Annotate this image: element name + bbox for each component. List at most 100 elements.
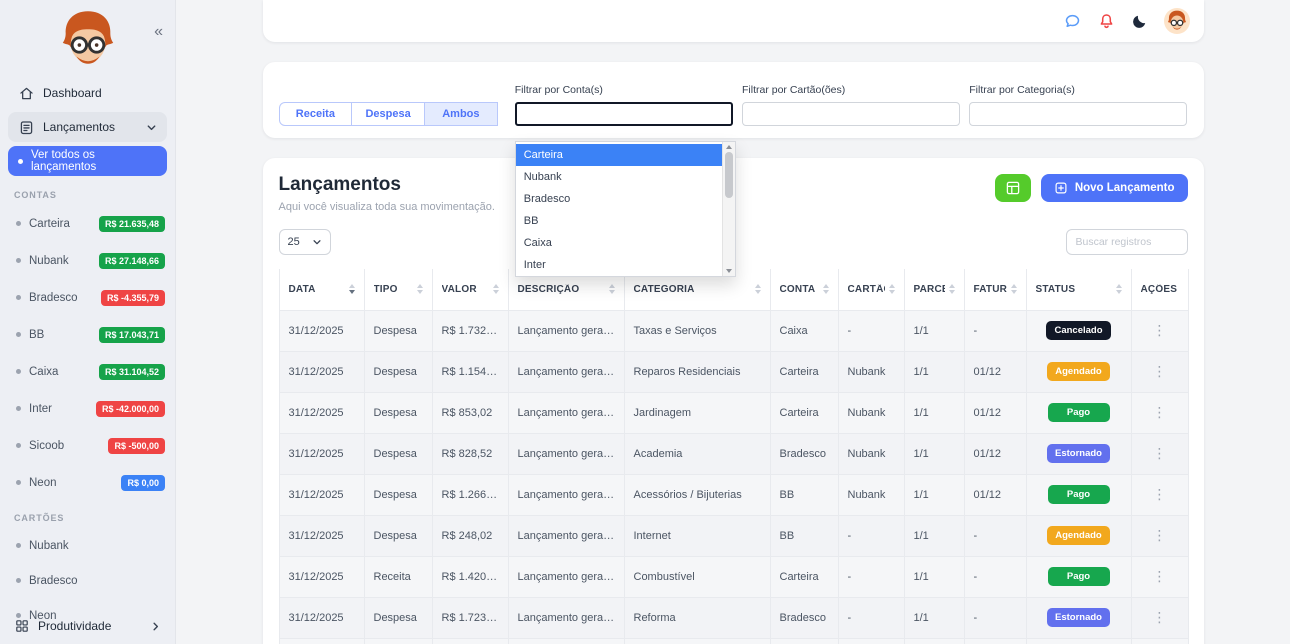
type-filter-button[interactable]: Receita	[279, 102, 353, 126]
sidebar-account-item[interactable]: Caixa R$ 31.104,52	[0, 353, 175, 390]
cell-cartao: Nubank	[838, 392, 904, 433]
filter-cartao-input[interactable]	[742, 102, 960, 126]
type-filter-button[interactable]: Despesa	[351, 102, 425, 126]
cell-fatura: 01/12	[964, 351, 1026, 392]
row-actions-button[interactable]: ⋮	[1141, 610, 1179, 626]
sidebar-item-label: Lançamentos	[43, 120, 115, 134]
sidebar-card-item[interactable]: Nubank	[0, 528, 175, 563]
row-actions-button[interactable]: ⋮	[1141, 569, 1179, 585]
cell-parcela: 1/1	[904, 597, 964, 638]
cell-conta: Bradesco	[770, 597, 838, 638]
column-header[interactable]: STATUS	[1026, 269, 1131, 310]
dropdown-option[interactable]: Caixa	[516, 232, 722, 254]
dropdown-option[interactable]: Inter	[516, 254, 722, 276]
dark-mode-toggle[interactable]	[1131, 12, 1149, 30]
page-size-select[interactable]: 25	[279, 229, 331, 255]
scroll-up-arrow-icon[interactable]	[726, 145, 732, 149]
sidebar-account-item[interactable]: Inter R$ -42.000,00	[0, 390, 175, 427]
cell-valor: R$ 1.420,52	[432, 556, 508, 597]
column-header[interactable]: VALOR	[432, 269, 508, 310]
scrollbar-thumb[interactable]	[725, 152, 733, 198]
sort-icon	[609, 284, 615, 294]
account-name: BB	[29, 329, 91, 341]
type-filter-button[interactable]: Ambos	[424, 102, 498, 126]
cell-cartao: -	[838, 556, 904, 597]
row-actions-button[interactable]: ⋮	[1141, 323, 1179, 339]
cell-valor: R$ 828,52	[432, 433, 508, 474]
cell-descricao: Lançamento gerado	[508, 556, 624, 597]
sidebar-item-dashboard[interactable]: Dashboard	[8, 78, 167, 108]
cell-tipo: Despesa	[364, 515, 432, 556]
cell-descricao: Lançamento gerado	[508, 433, 624, 474]
export-button[interactable]	[995, 174, 1031, 202]
sidebar-item-ver-todos-lancamentos[interactable]: Ver todos os lançamentos	[8, 146, 167, 176]
status-badge: Pago	[1048, 403, 1110, 422]
scroll-down-arrow-icon[interactable]	[726, 269, 732, 273]
cell-cartao: Nubank	[838, 351, 904, 392]
dropdown-option[interactable]: Carteira	[516, 144, 722, 166]
row-actions-button[interactable]: ⋮	[1141, 405, 1179, 421]
column-header[interactable]: TIPO	[364, 269, 432, 310]
profile-avatar[interactable]	[1164, 8, 1190, 34]
sort-icon	[493, 284, 499, 294]
column-header[interactable]: PARCELA	[904, 269, 964, 310]
chat-icon	[1063, 12, 1082, 31]
search-input[interactable]	[1066, 229, 1188, 255]
status-badge: Pago	[1048, 485, 1110, 504]
dropdown-option[interactable]: BB	[516, 210, 722, 232]
sidebar-card-item[interactable]: Bradesco	[0, 563, 175, 598]
cell-status: Pago	[1026, 392, 1131, 433]
account-name: Inter	[29, 403, 88, 415]
cell-categoria: Reparos Residenciais	[624, 351, 770, 392]
sidebar-item-produtividade[interactable]: Produtividade	[0, 608, 175, 644]
row-actions-button[interactable]: ⋮	[1141, 446, 1179, 462]
cell-descricao: Lançamento gerado	[508, 392, 624, 433]
sidebar-account-item[interactable]: BB R$ 17.043,71	[0, 316, 175, 353]
column-header[interactable]: FATURA	[964, 269, 1026, 310]
table-row: Cancelado ⋮	[279, 638, 1188, 644]
table-row: 31/12/2025 Despesa R$ 1.154,76 Lançament…	[279, 351, 1188, 392]
filter-categoria-input[interactable]	[969, 102, 1187, 126]
sidebar-account-item[interactable]: Sicoob R$ -500,00	[0, 427, 175, 464]
dropdown-option[interactable]: Bradesco	[516, 188, 722, 210]
status-badge: Cancelado	[1046, 321, 1110, 340]
row-actions-button[interactable]: ⋮	[1141, 487, 1179, 503]
sidebar-account-item[interactable]: Nubank R$ 27.148,66	[0, 242, 175, 279]
sidebar-account-item[interactable]: Carteira R$ 21.635,48	[0, 205, 175, 242]
new-transaction-button[interactable]: Novo Lançamento	[1041, 174, 1188, 202]
sidebar-item-lancamentos[interactable]: Lançamentos	[8, 112, 167, 142]
status-badge: Estornado	[1047, 444, 1110, 463]
cell-fatura	[964, 638, 1026, 644]
filter-categoria-label: Filtrar por Categoria(s)	[969, 84, 1187, 96]
sidebar-account-item[interactable]: Neon R$ 0,00	[0, 464, 175, 501]
column-header[interactable]: CONTA	[770, 269, 838, 310]
dropdown-option[interactable]: Nubank	[516, 166, 722, 188]
notifications-button[interactable]	[1097, 12, 1116, 31]
filter-conta-input[interactable]	[515, 102, 733, 126]
table-row: 31/12/2025 Despesa R$ 1.723,97 Lançament…	[279, 597, 1188, 638]
cell-data: 31/12/2025	[279, 392, 364, 433]
cell-conta: BB	[770, 515, 838, 556]
column-header[interactable]: AÇÕES	[1131, 269, 1188, 310]
app-root: « Dashboard	[0, 0, 1290, 644]
dropdown-scrollbar[interactable]	[722, 142, 735, 276]
sort-icon	[755, 284, 761, 294]
moon-icon	[1131, 12, 1149, 30]
topbar	[263, 0, 1204, 42]
cell-status: Estornado	[1026, 597, 1131, 638]
sidebar-collapse-button[interactable]: «	[154, 24, 163, 40]
cell-data: 31/12/2025	[279, 556, 364, 597]
column-header[interactable]: DATA	[279, 269, 364, 310]
cell-valor: R$ 1.266,17	[432, 474, 508, 515]
status-badge: Agendado	[1047, 526, 1109, 545]
sidebar-account-item[interactable]: Bradesco R$ -4.355,79	[0, 279, 175, 316]
transactions-list-icon	[18, 119, 35, 136]
account-balance-badge: R$ 0,00	[121, 475, 165, 491]
row-actions-button[interactable]: ⋮	[1141, 364, 1179, 380]
cell-tipo: Receita	[364, 556, 432, 597]
column-header[interactable]: CARTÃO	[838, 269, 904, 310]
chat-button[interactable]	[1063, 12, 1082, 31]
sidebar-item-label: Produtividade	[38, 619, 111, 633]
row-actions-button[interactable]: ⋮	[1141, 528, 1179, 544]
status-badge: Estornado	[1047, 608, 1110, 627]
